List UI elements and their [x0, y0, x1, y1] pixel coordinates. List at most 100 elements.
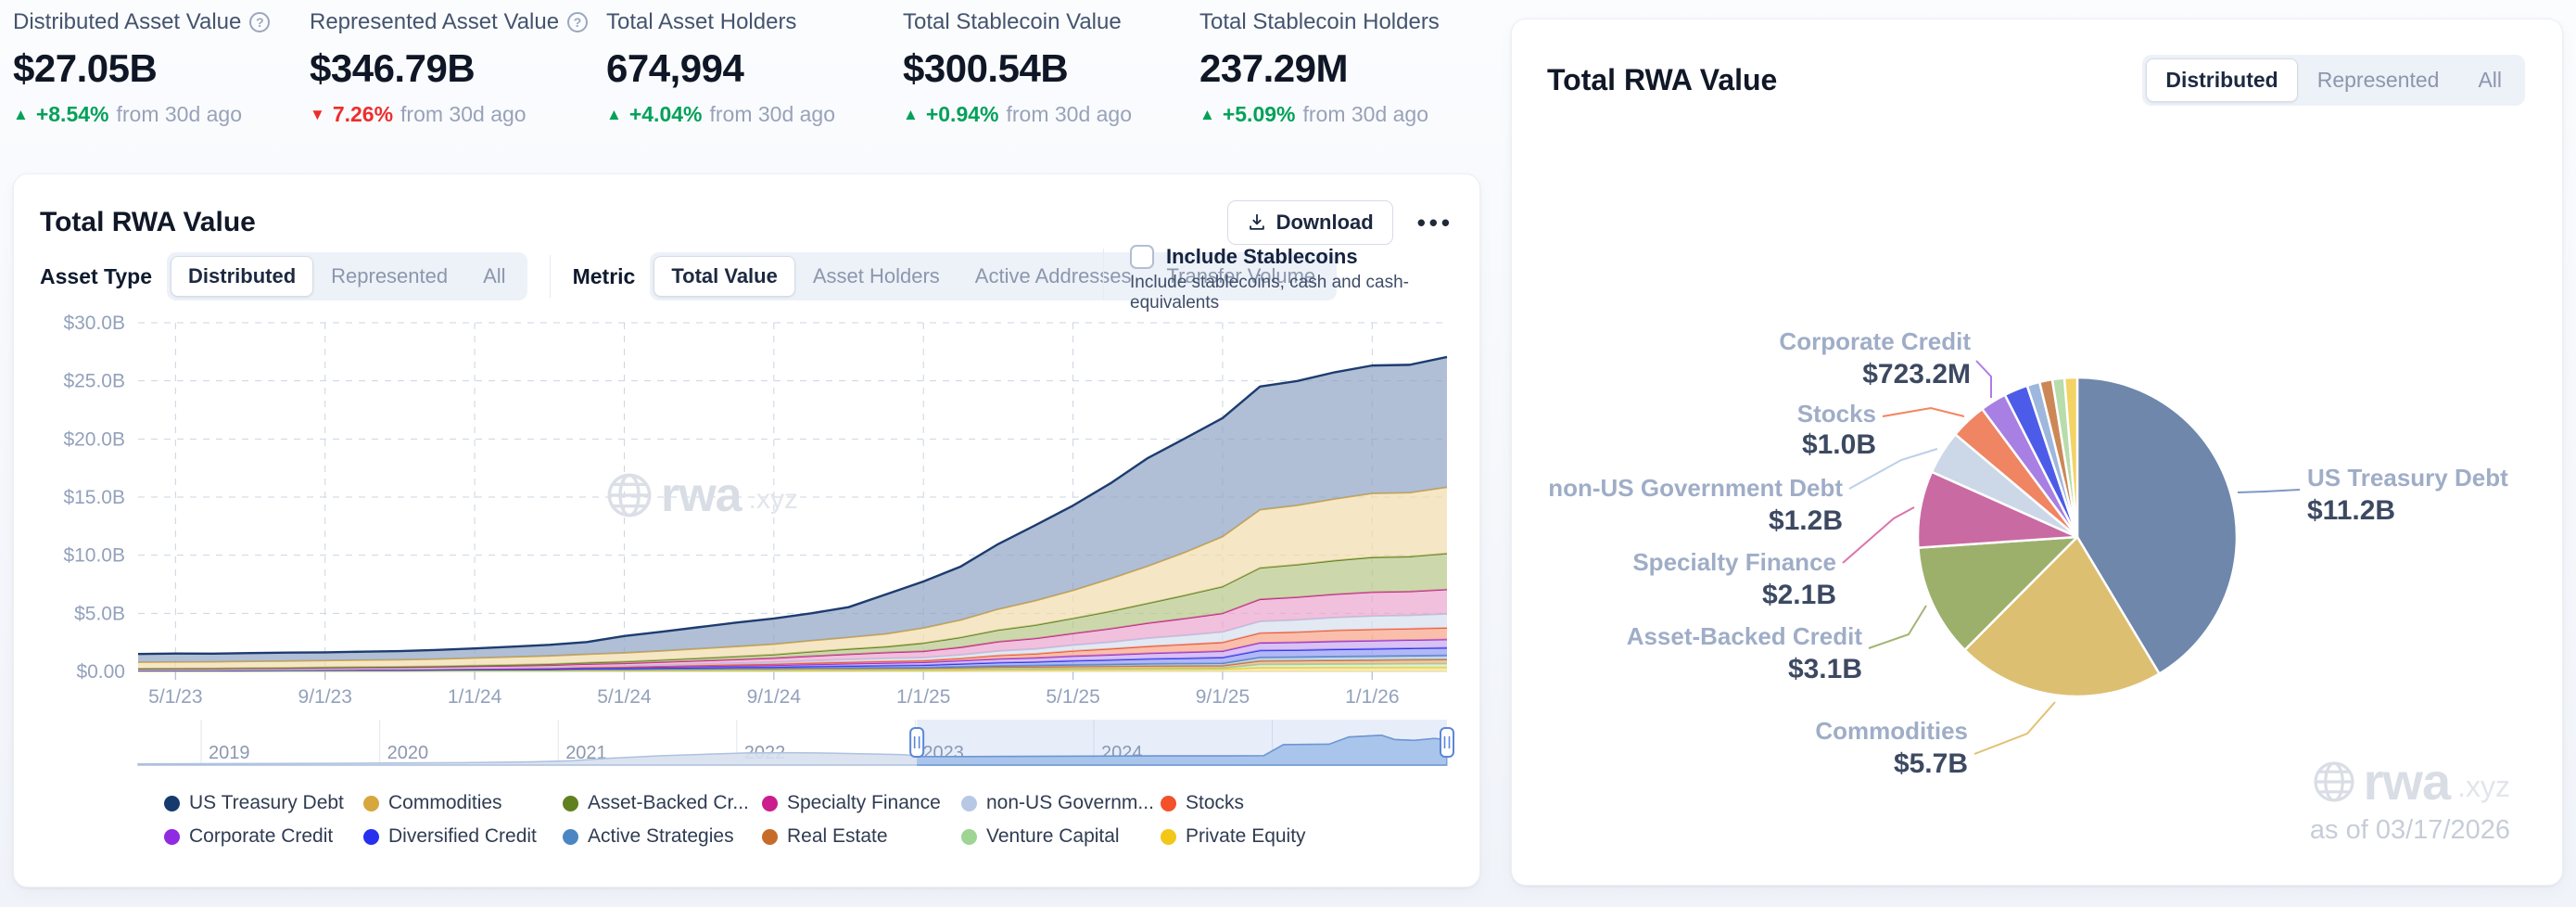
legend-label: Venture Capital [986, 825, 1120, 848]
legend-dot [961, 829, 977, 845]
pie-label-name: Asset-Backed Credit [1627, 622, 1863, 650]
include-stablecoins-checkbox[interactable] [1130, 245, 1154, 269]
metric-option-total-value[interactable]: Total Value [654, 256, 795, 297]
legend-dot [363, 829, 379, 845]
pie-callout-line [1974, 702, 2055, 754]
include-stablecoins-group: Include Stablecoins Include stablecoins,… [1130, 245, 1479, 313]
stat-card-4: Total Stablecoin Holders 237.29M ▲+5.09%fr… [1199, 9, 1496, 127]
legend-dot [563, 796, 578, 811]
chart-legend: US Treasury Debt Commodities Asset-Backed … [164, 792, 1360, 848]
panel-header: Total RWA Value DistributedRepresentedAl… [1547, 55, 2525, 106]
panel-title: Total RWA Value [1547, 63, 2142, 97]
legend-label: Diversified Credit [388, 825, 537, 848]
up-arrow-icon: ▲ [1199, 106, 1215, 124]
legend-item-non-us-government-debt[interactable]: non-US Governm... [961, 792, 1161, 814]
legend-item-private-equity[interactable]: Private Equity [1161, 825, 1360, 848]
legend-dot [762, 796, 778, 811]
rwa-watermark-block: rwa .xyz as of 03/17/2026 [2310, 751, 2510, 846]
legend-item-specialty-finance[interactable]: Specialty Finance [762, 792, 961, 814]
stat-card-1: Represented Asset Value?$346.79B▼7.26%fr… [310, 9, 606, 127]
pie-callout-line [1883, 408, 1964, 416]
asset-type-option-represented[interactable]: Represented [313, 256, 465, 297]
pie-asset-type-option-all[interactable]: All [2458, 58, 2521, 102]
legend-dot [164, 829, 180, 845]
more-options-button[interactable]: ••• [1417, 209, 1453, 237]
legend-dot [363, 796, 379, 811]
legend-dot [164, 796, 180, 811]
legend-label: Corporate Credit [189, 825, 333, 848]
info-icon[interactable]: ? [567, 12, 588, 32]
svg-text:5/1/23: 5/1/23 [148, 686, 202, 708]
legend-item-diversified-credit[interactable]: Diversified Credit [363, 825, 563, 848]
download-button[interactable]: Download [1227, 200, 1393, 245]
pie-label-value: $5.7B [1894, 748, 1968, 779]
legend-item-asset-backed-credit[interactable]: Asset-Backed Cr... [563, 792, 762, 814]
svg-text:1/1/25: 1/1/25 [896, 686, 950, 708]
stat-value: 237.29M [1199, 46, 1496, 91]
metric-option-active-addresses[interactable]: Active Addresses [958, 256, 1149, 297]
stat-label: Distributed Asset Value? [13, 9, 310, 35]
asset-type-option-distributed[interactable]: Distributed [171, 256, 313, 297]
download-label: Download [1276, 211, 1374, 235]
pie-asset-type-option-distributed[interactable]: Distributed [2146, 58, 2297, 102]
stat-value: $346.79B [310, 46, 606, 91]
legend-item-stocks[interactable]: Stocks [1161, 792, 1360, 814]
legend-label: Real Estate [787, 825, 888, 848]
legend-dot [1161, 796, 1176, 811]
legend-item-corporate-credit[interactable]: Corporate Credit [164, 825, 363, 848]
pie-label-value: $1.0B [1802, 429, 1876, 460]
stat-value: $300.54B [903, 46, 1199, 91]
legend-item-venture-capital[interactable]: Venture Capital [961, 825, 1161, 848]
asset-type-segmented-control: DistributedRepresentedAll [167, 252, 527, 300]
legend-dot [1161, 829, 1176, 845]
stat-label: Total Stablecoin Holders [1199, 9, 1496, 35]
svg-text:$5.0B: $5.0B [74, 603, 125, 624]
legend-dot [762, 829, 778, 845]
svg-text:2019: 2019 [209, 743, 250, 763]
svg-text:5/1/24: 5/1/24 [597, 686, 652, 708]
svg-text:5/1/25: 5/1/25 [1046, 686, 1099, 708]
svg-text:1/1/24: 1/1/24 [448, 686, 502, 708]
svg-text:$15.0B: $15.0B [63, 487, 125, 508]
stat-value: 674,994 [606, 46, 903, 91]
info-icon[interactable]: ? [249, 12, 270, 32]
download-icon [1247, 212, 1267, 233]
stat-delta: ▲+0.94%from 30d ago [903, 102, 1199, 127]
svg-text:2020: 2020 [387, 743, 429, 763]
legend-label: US Treasury Debt [189, 792, 344, 814]
pie-label-value: $11.2B [2307, 495, 2395, 526]
pie-label-name: Specialty Finance [1632, 548, 1836, 576]
stat-label: Total Stablecoin Value [903, 9, 1199, 35]
legend-item-commodities[interactable]: Commodities [363, 792, 563, 814]
svg-text:$20.0B: $20.0B [63, 428, 125, 450]
legend-label: Asset-Backed Cr... [588, 792, 749, 814]
include-stablecoins-label: Include Stablecoins [1166, 245, 1358, 269]
pie-label-name: Commodities [1815, 717, 1968, 745]
metric-option-asset-holders[interactable]: Asset Holders [795, 256, 958, 297]
asset-type-option-all[interactable]: All [465, 256, 523, 297]
legend-dot [961, 796, 977, 811]
stat-card-2: Total Asset Holders674,994▲+4.04%from 30… [606, 9, 903, 127]
stat-card-0: Distributed Asset Value?$27.05B▲+8.54%fr… [13, 9, 310, 127]
stacked-area-chart: $30.0B$25.0B$20.0B$15.0B$10.0B$5.0B$0.00… [14, 304, 1481, 768]
down-arrow-icon: ▼ [310, 106, 325, 124]
legend-label: Active Strategies [588, 825, 734, 848]
brush-handle-right[interactable] [1440, 728, 1453, 757]
up-arrow-icon: ▲ [903, 106, 919, 124]
brush-handle-left[interactable] [910, 728, 923, 757]
stat-card-3: Total Stablecoin Value $300.54B ▲+0.94%fro… [903, 9, 1199, 127]
panel-title: Total RWA Value [40, 207, 1227, 238]
pie-label-value: $1.2B [1769, 505, 1843, 536]
total-rwa-value-chart-panel: Total RWA Value Download ••• Asset Type … [13, 173, 1480, 888]
svg-text:$10.0B: $10.0B [63, 545, 125, 567]
pie-asset-type-option-represented[interactable]: Represented [2298, 58, 2459, 102]
legend-item-us-treasury-debt[interactable]: US Treasury Debt [164, 792, 363, 814]
legend-item-active-strategies[interactable]: Active Strategies [563, 825, 762, 848]
legend-item-real-estate[interactable]: Real Estate [762, 825, 961, 848]
svg-text:9/1/25: 9/1/25 [1196, 686, 1250, 708]
legend-label: Stocks [1186, 792, 1244, 814]
watermark-brand: rwa [2364, 751, 2451, 811]
stat-label: Total Asset Holders [606, 9, 903, 35]
pie-label-name: non-US Government Debt [1548, 474, 1843, 502]
stat-delta: ▲+5.09%from 30d ago [1199, 102, 1496, 127]
